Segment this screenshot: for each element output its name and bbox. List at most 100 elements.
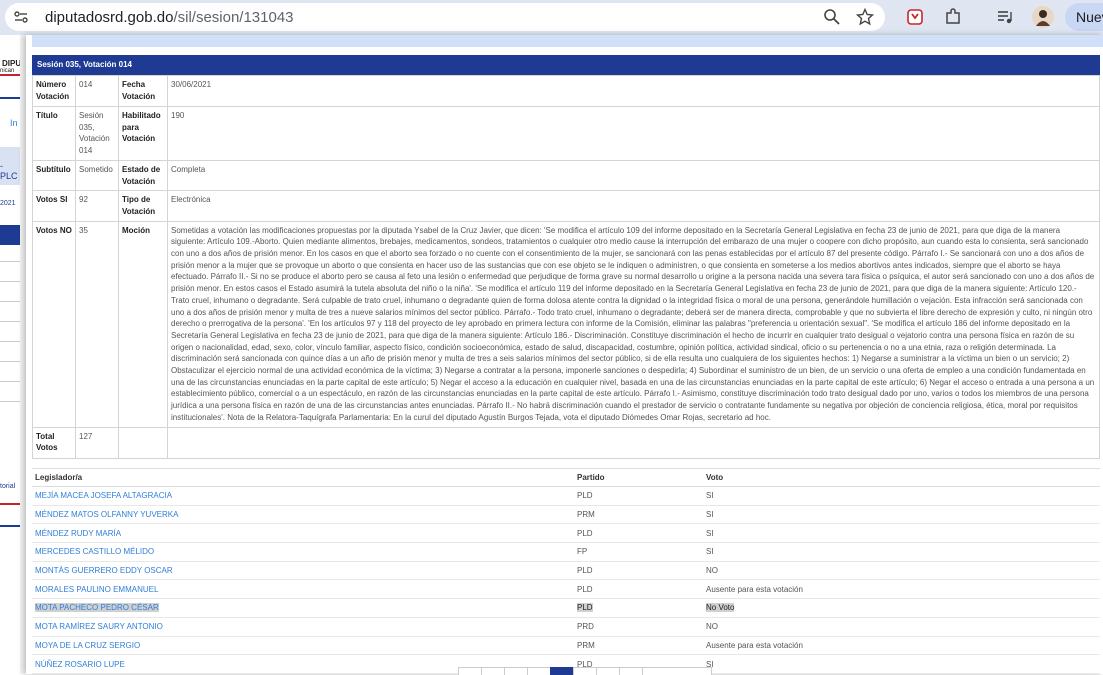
legislator-link[interactable]: MOTA RAMÍREZ SAURY ANTONIO bbox=[35, 622, 163, 631]
extensions-puzzle-icon[interactable] bbox=[944, 8, 962, 26]
table-row: MÉNDEZ RUDY MARÍA PLD SI bbox=[32, 523, 1100, 544]
table-row: MOTA PACHECO PEDRO CÉSAR PLD No Voto bbox=[32, 598, 1100, 618]
table-row: MOTA RAMÍREZ SAURY ANTONIO PRD NO bbox=[32, 617, 1100, 637]
info-value: 92 bbox=[75, 190, 119, 222]
legislator-link[interactable]: MÉNDEZ RUDY MARÍA bbox=[35, 529, 121, 538]
info-value: 014 bbox=[75, 75, 119, 107]
info-label: Estado de Votación bbox=[118, 159, 168, 192]
vote-cell: SI bbox=[706, 547, 714, 557]
column-header-legislator[interactable]: Legislador/a bbox=[32, 468, 574, 487]
vote-detail-panel: Sesión 035, Votación 014 Número Votación… bbox=[26, 35, 1103, 675]
nav-block: -PLC bbox=[0, 147, 20, 185]
party-cell: PLD bbox=[577, 528, 593, 538]
vote-cell: SI bbox=[706, 528, 714, 538]
legislators-table: Legislador/a Partido Voto MEJÍA MACEA JO… bbox=[32, 468, 1100, 674]
bookmark-star-icon[interactable] bbox=[856, 8, 874, 26]
legislator-link[interactable]: MOTA PACHECO PEDRO CÉSAR bbox=[35, 603, 159, 613]
site-title-fragment: DIPU bbox=[2, 59, 20, 68]
legislators-body: MEJÍA MACEA JOSEFA ALTAGRACIA PLD SI MÉNDEZ… bbox=[32, 486, 1100, 674]
legislator-link[interactable]: MERCEDES CASTILLO MÉLIDO bbox=[35, 547, 154, 556]
party-cell: PLD bbox=[577, 584, 593, 594]
web-page: DIPU nican In -PLC 2021 torial Sesión 03… bbox=[0, 35, 1103, 675]
vote-cell: NO bbox=[706, 622, 718, 632]
info-row: Subtítulo Sometido Estado de Votación Co… bbox=[32, 159, 1100, 192]
nav-block-text: -PLC bbox=[0, 161, 18, 181]
site-logo-fragment: DIPU nican bbox=[0, 48, 20, 76]
party-cell: PLD bbox=[577, 566, 593, 576]
info-label: Votos SI bbox=[32, 190, 76, 222]
table-row: MOYA DE LA CRUZ SERGIO PRM Ausente para es… bbox=[32, 636, 1100, 656]
info-value: Sometido bbox=[75, 159, 119, 192]
info-label: Título bbox=[32, 106, 76, 161]
panel-top-bar bbox=[32, 35, 1103, 47]
legislator-link[interactable]: MÉNDEZ MATOS OLFANNY YUVERKA bbox=[35, 510, 178, 519]
legislator-link[interactable]: MONTÁS GUERRERO EDDY OSCAR bbox=[35, 566, 173, 575]
table-row: MONTÁS GUERRERO EDDY OSCAR PLD NO bbox=[32, 561, 1100, 581]
address-bar[interactable]: diputadosrd.gob.do/sil/sesion/131043 bbox=[5, 3, 885, 31]
table-row: MORALES PAULINO EMMANUEL PLD Ausente para … bbox=[32, 579, 1100, 600]
profile-avatar[interactable] bbox=[1032, 6, 1054, 28]
table-row: MÉNDEZ MATOS OLFANNY YUVERKA PRM SI bbox=[32, 505, 1100, 525]
info-value: 30/06/2021 bbox=[167, 75, 1100, 107]
table-header-row: Legislador/a Partido Voto bbox=[32, 468, 1100, 487]
column-header-party[interactable]: Partido bbox=[574, 468, 703, 487]
background-site-strip: DIPU nican In -PLC 2021 torial bbox=[0, 35, 20, 674]
info-value: Completa bbox=[167, 159, 1100, 192]
motion-text: Sometidas a votación las modificaciones … bbox=[167, 220, 1100, 428]
extension-shield-icon[interactable] bbox=[906, 8, 924, 26]
info-row: Votos SI 92 Tipo de Votación Electrónica bbox=[32, 190, 1100, 222]
nav-fragment[interactable]: In bbox=[10, 118, 18, 128]
panel-title: Sesión 035, Votación 014 bbox=[37, 60, 133, 69]
column-header-vote[interactable]: Voto bbox=[703, 468, 1100, 487]
divider bbox=[0, 97, 20, 99]
info-value: 190 bbox=[167, 106, 1100, 161]
party-cell: PRD bbox=[577, 622, 594, 632]
browser-toolbar: diputadosrd.gob.do/sil/sesion/131043 Nue… bbox=[0, 0, 1103, 35]
table-row: MERCEDES CASTILLO MÉLIDO FP SI bbox=[32, 542, 1100, 562]
pagination bbox=[458, 667, 712, 675]
table-row: MEJÍA MACEA JOSEFA ALTAGRACIA PLD SI bbox=[32, 486, 1100, 506]
vote-cell: Ausente para esta votación bbox=[706, 640, 803, 650]
legislator-link[interactable]: MOYA DE LA CRUZ SERGIO bbox=[35, 641, 140, 650]
new-tab-button[interactable]: Nuev bbox=[1065, 3, 1103, 31]
vote-cell: No Voto bbox=[706, 603, 735, 613]
site-info-icon[interactable] bbox=[13, 9, 29, 25]
info-label: Fecha Votación bbox=[118, 75, 168, 107]
media-controls-icon[interactable] bbox=[996, 8, 1014, 26]
party-cell: PRM bbox=[577, 510, 595, 520]
url-path: /sil/sesion/131043 bbox=[173, 9, 294, 26]
info-row: Título Sesión 035, Votación 014 Habilita… bbox=[32, 106, 1100, 161]
url-text[interactable]: diputadosrd.gob.do/sil/sesion/131043 bbox=[45, 9, 294, 26]
info-value: 35 bbox=[75, 220, 119, 428]
vote-cell: SI bbox=[706, 491, 714, 501]
new-tab-label: Nuev bbox=[1076, 9, 1103, 25]
info-label: Moción bbox=[118, 220, 168, 428]
panel-header: Sesión 035, Votación 014 bbox=[32, 55, 1100, 75]
info-label: Número Votación bbox=[32, 75, 76, 107]
vote-info-table: Número Votación 014 Fecha Votación 30/06… bbox=[32, 75, 1100, 459]
vote-cell: Ausente para esta votación bbox=[706, 584, 803, 594]
legislator-link[interactable]: MORALES PAULINO EMMANUEL bbox=[35, 585, 158, 594]
info-label: Habilitado para Votación bbox=[118, 106, 168, 161]
info-label: Total Votos bbox=[32, 426, 76, 459]
legislator-link[interactable]: NÚÑEZ ROSARIO LUPE bbox=[35, 660, 125, 669]
party-cell: FP bbox=[577, 547, 588, 557]
legislator-link[interactable]: MEJÍA MACEA JOSEFA ALTAGRACIA bbox=[35, 491, 172, 500]
party-cell: PRM bbox=[577, 640, 595, 650]
info-label: Subtítulo bbox=[32, 159, 76, 192]
info-value: Sesión 035, Votación 014 bbox=[75, 106, 119, 161]
info-label: Tipo de Votación bbox=[118, 190, 168, 222]
vote-cell: NO bbox=[706, 566, 718, 576]
site-subtitle-fragment: nican bbox=[0, 68, 15, 74]
party-cell: PLD bbox=[577, 491, 593, 501]
zoom-icon[interactable] bbox=[823, 8, 841, 26]
party-cell: PLD bbox=[577, 603, 593, 613]
info-label: Votos NO bbox=[32, 220, 76, 428]
info-row: Total Votos 127 bbox=[32, 426, 1100, 459]
nav-active-block bbox=[0, 225, 20, 245]
info-row: Votos NO 35 Moción Sometidas a votación … bbox=[32, 220, 1100, 428]
info-value: 127 bbox=[75, 426, 119, 459]
date-fragment: 2021 bbox=[0, 200, 16, 207]
url-domain: diputadosrd.gob.do bbox=[45, 9, 174, 26]
footer-fragment: torial bbox=[0, 483, 16, 490]
